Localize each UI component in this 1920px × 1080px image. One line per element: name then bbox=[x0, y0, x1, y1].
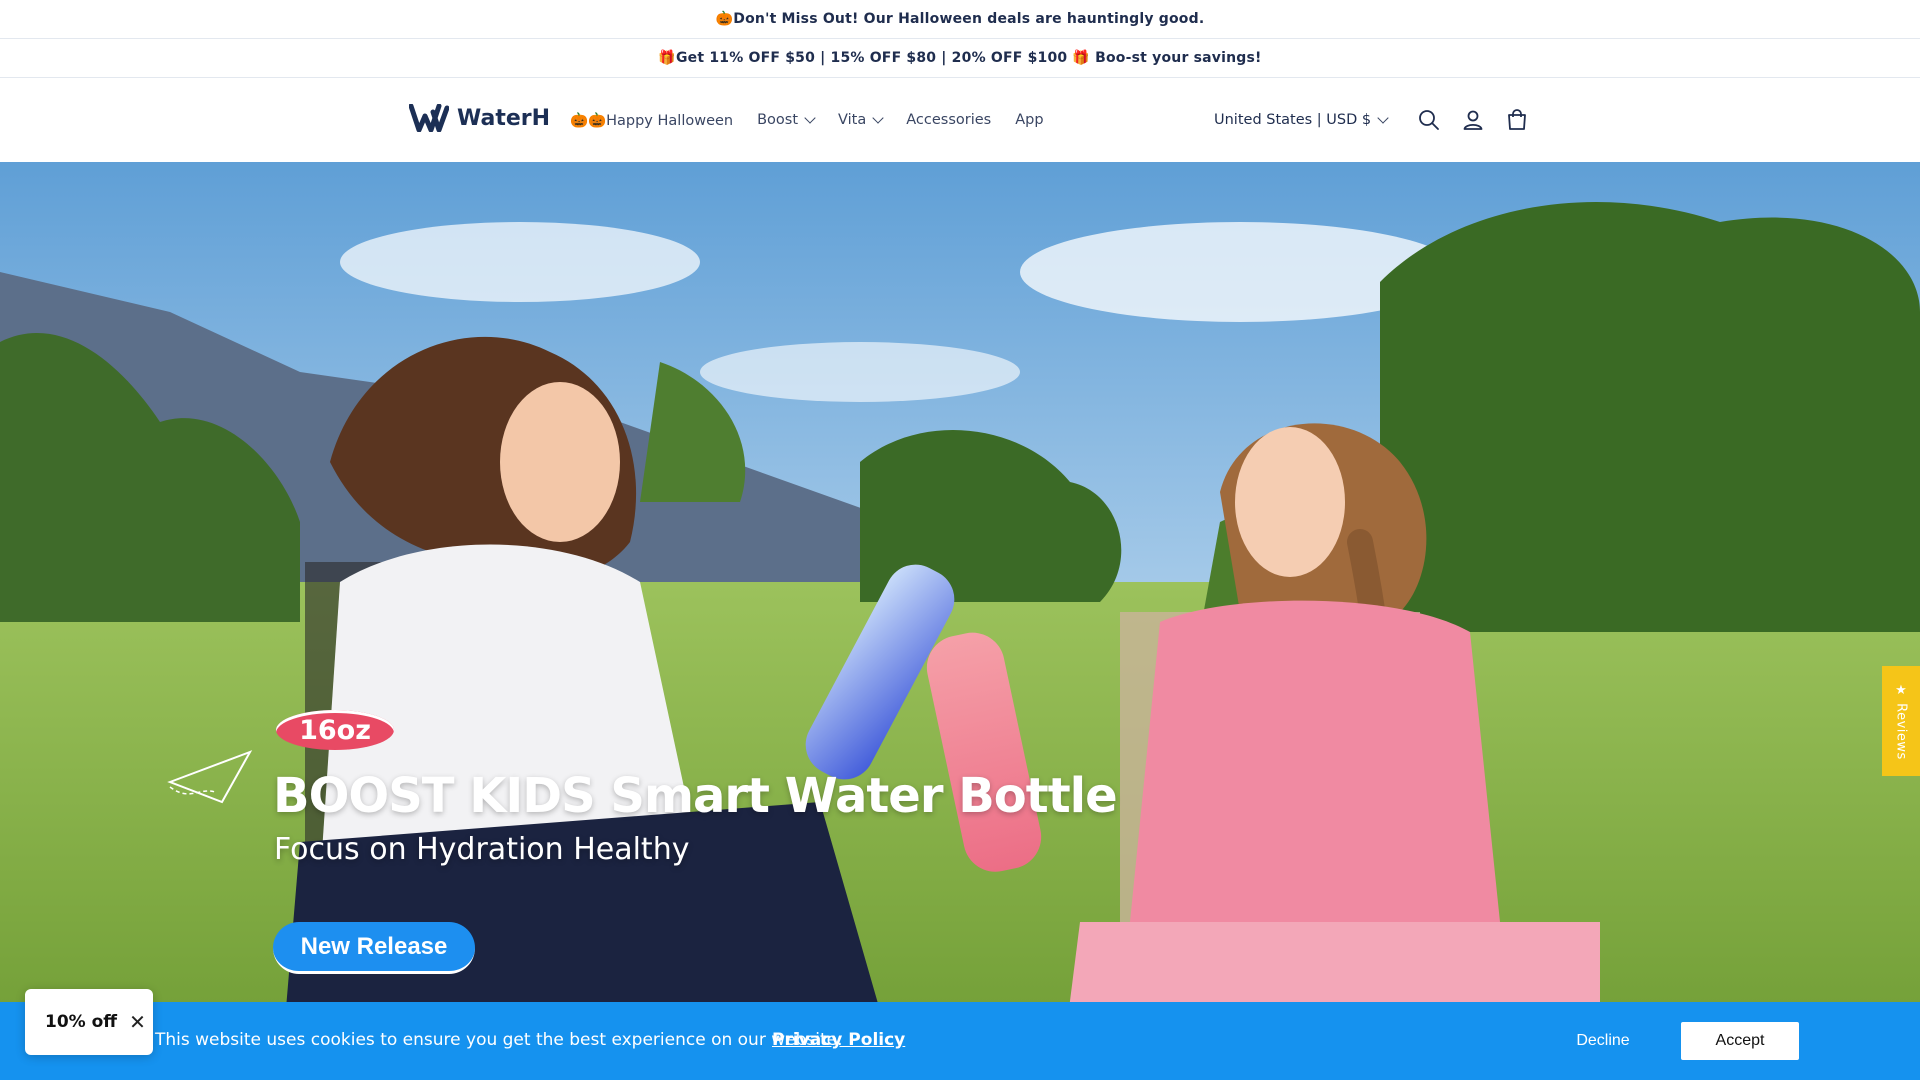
cookie-banner: This website uses cookies to ensure you … bbox=[0, 1002, 1920, 1080]
nav-item-accessories[interactable]: Accessories bbox=[906, 112, 991, 128]
logo[interactable]: WaterH bbox=[409, 104, 550, 132]
announcement-text-1: 🎃Don't Miss Out! Our Halloween deals are… bbox=[715, 11, 1205, 27]
discount-label: 10% off bbox=[45, 1012, 118, 1032]
locale-selector[interactable]: United States | USD $ bbox=[1214, 111, 1389, 128]
reviews-label: ★ Reviews bbox=[1893, 682, 1909, 760]
reviews-tab[interactable]: ★ Reviews bbox=[1882, 666, 1920, 776]
account-icon[interactable] bbox=[1461, 108, 1485, 132]
cart-icon[interactable] bbox=[1505, 108, 1529, 132]
nav-label: Boost bbox=[757, 112, 799, 128]
decline-button[interactable]: Decline bbox=[1548, 1022, 1658, 1060]
nav-label: 🎃🎃Happy Halloween bbox=[570, 112, 734, 129]
nav-item-vita[interactable]: Vita bbox=[838, 111, 884, 128]
nav-label: App bbox=[1015, 112, 1044, 128]
chevron-down-icon bbox=[804, 111, 816, 124]
logo-text: WaterH bbox=[457, 105, 551, 131]
new-release-button[interactable]: New Release bbox=[273, 922, 475, 974]
accept-button[interactable]: Accept bbox=[1681, 1022, 1799, 1060]
hero-banner[interactable]: 16oz BOOST KIDS Smart Water Bottle Focus… bbox=[0, 162, 1920, 1080]
header-actions: United States | USD $ bbox=[1214, 78, 1549, 162]
nav-item-happy-halloween[interactable]: 🎃🎃Happy Halloween bbox=[570, 112, 733, 129]
hero-title: BOOST KIDS Smart Water Bottle bbox=[273, 768, 1118, 824]
site-header: WaterH 🎃🎃Happy Halloween Boost Vita Acce… bbox=[0, 78, 1920, 163]
privacy-policy-link[interactable]: Privacy Policy bbox=[772, 1030, 905, 1050]
announcement-bar-1: 🎃Don't Miss Out! Our Halloween deals are… bbox=[0, 0, 1920, 39]
size-badge: 16oz bbox=[276, 710, 394, 750]
nav-item-boost[interactable]: Boost bbox=[757, 111, 816, 128]
hero-subtitle: Focus on Hydration Healthy bbox=[274, 832, 690, 867]
locale-label: United States | USD $ bbox=[1214, 112, 1372, 128]
close-icon[interactable]: ✕ bbox=[129, 1010, 146, 1034]
announcement-text-2: 🎁Get 11% OFF $50 | 15% OFF $80 | 20% OFF… bbox=[658, 50, 1262, 66]
announcement-bar-2: 🎁Get 11% OFF $50 | 15% OFF $80 | 20% OFF… bbox=[0, 39, 1920, 78]
discount-popup[interactable]: 10% off ✕ bbox=[25, 989, 153, 1055]
search-icon[interactable] bbox=[1417, 108, 1441, 132]
nav-label: Accessories bbox=[906, 112, 992, 128]
chevron-down-icon bbox=[872, 111, 884, 124]
nav-label: Vita bbox=[838, 112, 867, 128]
main-nav: 🎃🎃Happy Halloween Boost Vita Accessories… bbox=[570, 78, 1044, 162]
waterh-logo-icon bbox=[409, 104, 449, 132]
chevron-down-icon bbox=[1377, 111, 1389, 124]
nav-item-app[interactable]: App bbox=[1015, 112, 1043, 128]
cookie-message: This website uses cookies to ensure you … bbox=[155, 1030, 843, 1050]
